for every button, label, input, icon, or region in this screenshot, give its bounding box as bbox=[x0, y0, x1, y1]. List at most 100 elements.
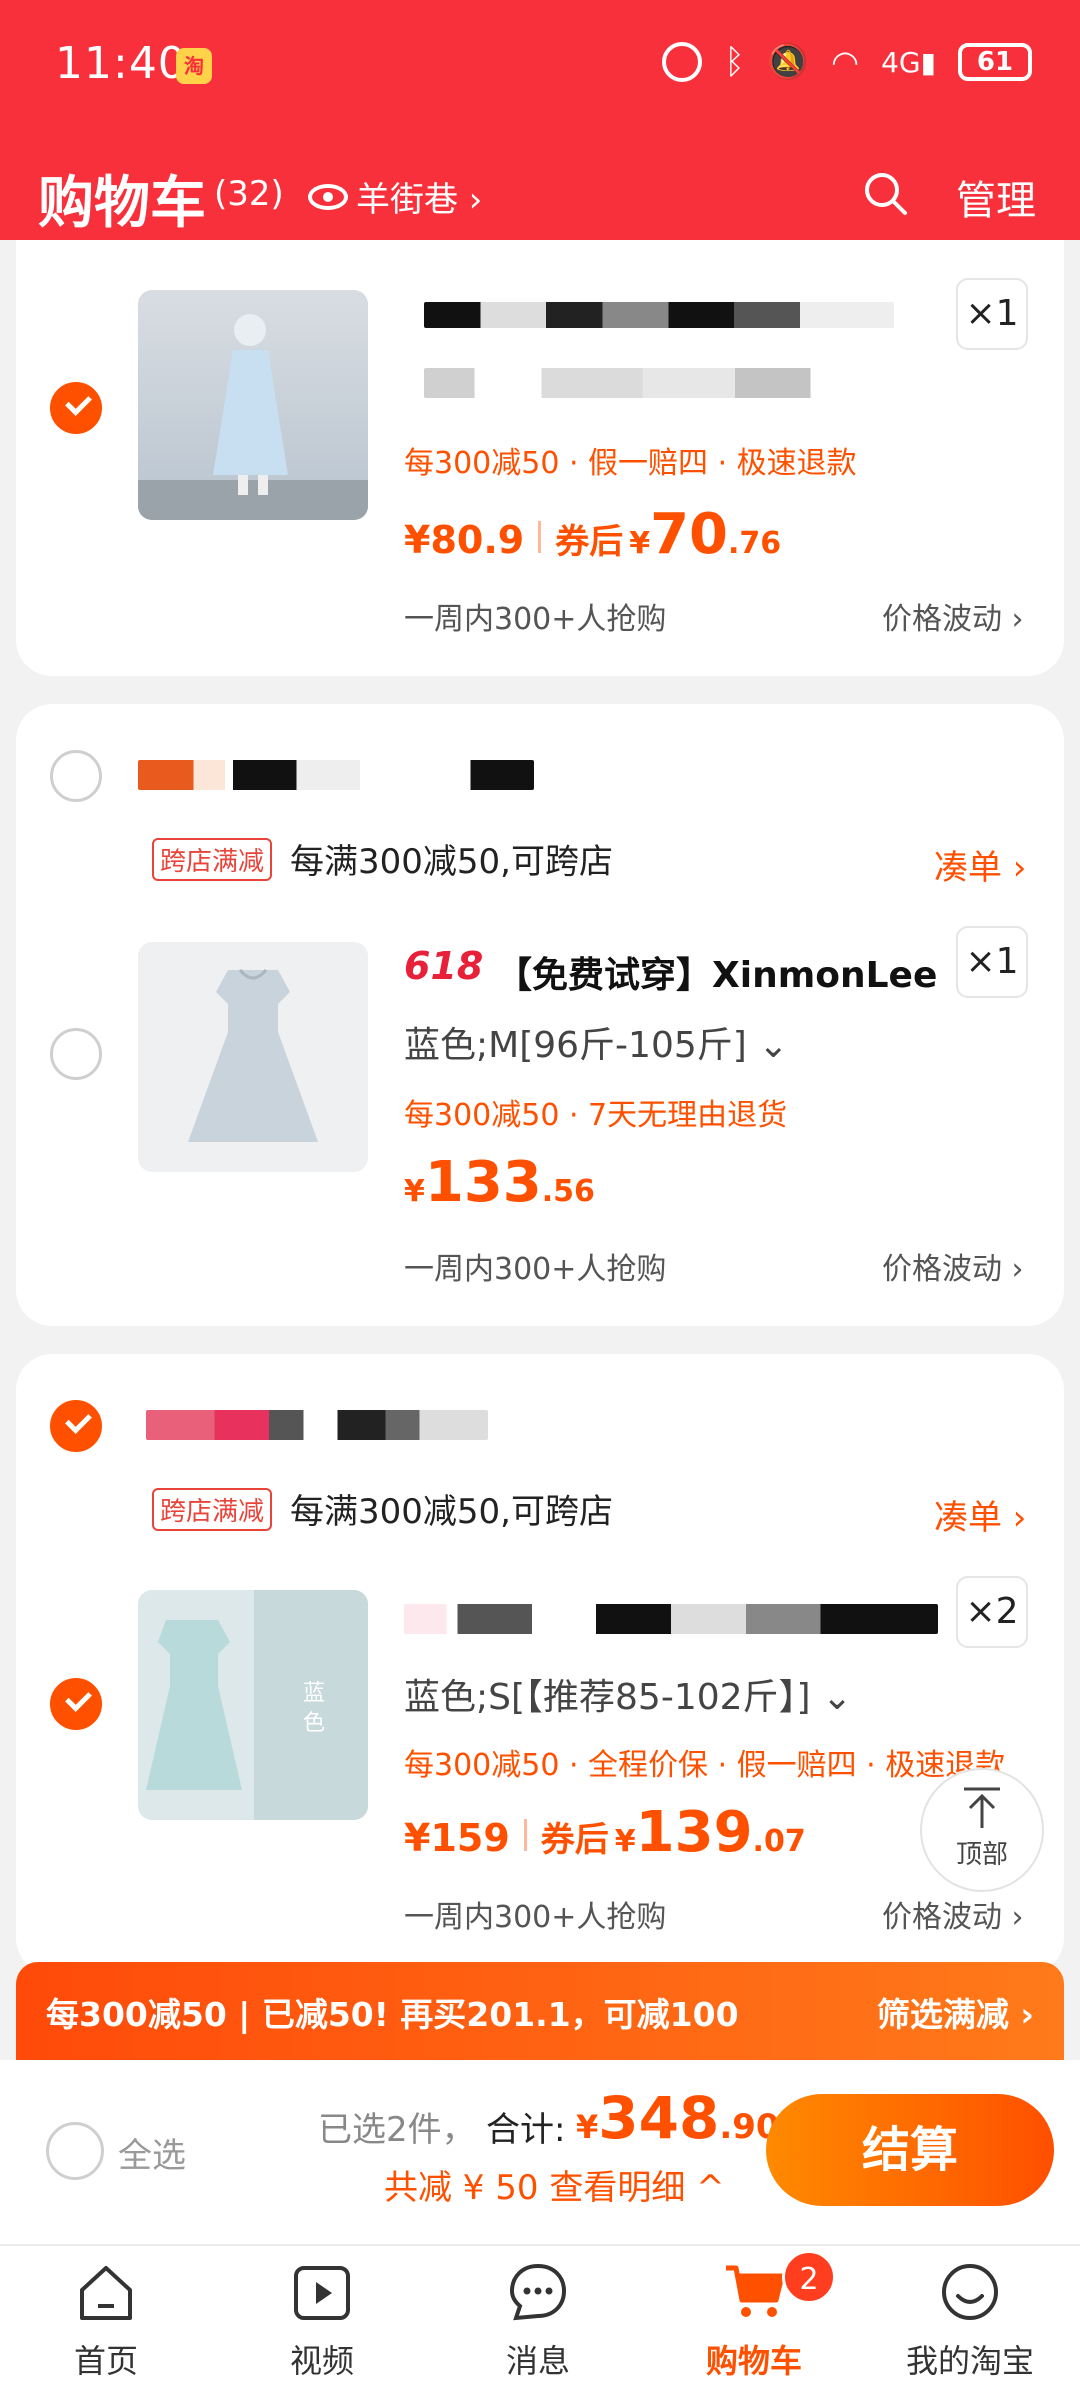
message-icon bbox=[509, 2263, 567, 2321]
cross-store-tag: 跨店满减 bbox=[152, 1488, 273, 1531]
sku-selector[interactable]: 蓝色;S[【推荐85-102斤】] ⌄ bbox=[404, 1668, 852, 1720]
price-trend-link[interactable]: 价格波动 › bbox=[882, 594, 1024, 638]
tab-label: 购物车 bbox=[705, 2342, 802, 2380]
product-title-redacted bbox=[404, 1604, 938, 1634]
sku-selector[interactable]: 蓝色;M[96斤-105斤] ⌄ bbox=[404, 1016, 788, 1068]
coupon-price-int: 139 bbox=[635, 1800, 753, 1865]
coupon-label: 券后 bbox=[555, 522, 624, 562]
coupon-price-dec: .76 bbox=[728, 526, 782, 561]
coupon-price-int: 70 bbox=[650, 502, 729, 567]
store-link[interactable]: 羊街巷 › bbox=[308, 172, 482, 221]
quantity-badge[interactable]: ×2 bbox=[956, 1576, 1028, 1648]
product-title-redacted bbox=[424, 302, 894, 328]
cross-store-text: 每满300减50,可跨店 bbox=[290, 1492, 613, 1532]
page-title: 购物车 bbox=[38, 171, 206, 236]
cart-count: (32) bbox=[214, 174, 284, 214]
price-row: ¥ 133 .56 bbox=[404, 1150, 595, 1215]
product-image[interactable]: 蓝 色 bbox=[138, 1590, 368, 1820]
badge-618: 618 bbox=[404, 944, 484, 988]
bottom-tab-bar: 首页 视频 消息 购物车 我的淘宝 bbox=[0, 2244, 1080, 2388]
price-divider bbox=[538, 521, 542, 553]
store-link-label: 羊街巷 › bbox=[356, 180, 483, 220]
shop-name-redacted bbox=[146, 1410, 488, 1440]
combine-order-link[interactable]: 凑单 › bbox=[934, 1490, 1026, 1539]
select-all-checkbox[interactable] bbox=[46, 2122, 104, 2180]
battery-icon: 61 bbox=[958, 43, 1032, 81]
tab-label: 视频 bbox=[289, 2342, 354, 2380]
status-time: 11:40 bbox=[55, 38, 187, 89]
eye-icon bbox=[308, 183, 348, 210]
cart-badge: 2 bbox=[782, 2250, 836, 2304]
price-dec: .56 bbox=[541, 1174, 595, 1209]
tab-home[interactable]: 首页 bbox=[16, 2260, 196, 2382]
tab-label: 我的淘宝 bbox=[905, 2342, 1034, 2380]
mute-icon: 🔕 bbox=[766, 42, 810, 82]
sales-hint: 一周内300+人抢购 bbox=[404, 1900, 667, 1935]
total-yen: ¥ bbox=[576, 2108, 599, 2146]
cart-item-card: ×1 每300减50 · 假一赔四 · 极速退款 ¥80.9 券后 ¥ 70 .… bbox=[16, 240, 1064, 676]
filter-discount-link[interactable]: 筛选满减 › bbox=[877, 1988, 1034, 2036]
product-image[interactable] bbox=[138, 942, 368, 1172]
quantity-badge[interactable]: ×1 bbox=[956, 926, 1028, 998]
header: 11:40 淘 ᛒ 🔕 ◠ 4G▮ 61 购物车 (32) 羊街巷 › 管理 bbox=[0, 0, 1080, 240]
price-trend-link[interactable]: 价格波动 › bbox=[882, 1892, 1024, 1936]
total-label: 合计: bbox=[486, 2110, 566, 2150]
price-row: ¥80.9 券后 ¥ 70 .76 bbox=[404, 502, 781, 567]
signal-icon: 4G▮ bbox=[881, 45, 936, 79]
cart-icon bbox=[726, 2265, 785, 2317]
checkout-button[interactable]: 结算 bbox=[766, 2094, 1054, 2206]
item-checkbox[interactable] bbox=[50, 1028, 102, 1080]
item-checkbox[interactable] bbox=[50, 382, 102, 434]
tab-video[interactable]: 视频 bbox=[232, 2260, 412, 2382]
svg-text:蓝: 蓝 bbox=[303, 1681, 325, 1706]
promo-text: 每300减50 · 假一赔四 · 极速退款 bbox=[404, 446, 857, 481]
tab-label: 消息 bbox=[505, 2342, 570, 2380]
cross-store-text: 每满300减50,可跨店 bbox=[290, 842, 613, 882]
video-icon bbox=[294, 2266, 350, 2320]
back-to-top-label: 顶部 bbox=[955, 1840, 1008, 1870]
checkout-bar: 全选 已选2件， 合计: ¥ 348 .90 共减 ¥ 50 查看明细 ^ 结算 bbox=[0, 2060, 1080, 2244]
cart-shop-card: 跨店满减 每满300减50,可跨店 凑单 › 蓝 色 ×2 蓝色;S[【推荐85… bbox=[16, 1354, 1064, 1974]
svg-text:色: 色 bbox=[303, 1711, 325, 1736]
quantity-badge[interactable]: ×1 bbox=[956, 278, 1028, 350]
taobao-app-icon: 淘 bbox=[176, 48, 212, 84]
back-to-top-button[interactable]: 顶部 bbox=[920, 1768, 1044, 1892]
select-all-label[interactable]: 全选 bbox=[118, 2128, 186, 2177]
hd-call-icon bbox=[662, 42, 703, 82]
original-price: ¥80.9 bbox=[404, 518, 525, 562]
manage-button[interactable]: 管理 bbox=[956, 168, 1036, 226]
price-divider bbox=[523, 1819, 527, 1851]
arrow-up-icon bbox=[964, 1787, 1000, 1828]
price-row: ¥159 券后 ¥ 139 .07 bbox=[404, 1800, 806, 1865]
product-sku-redacted bbox=[424, 368, 844, 398]
wifi-icon: ◠ bbox=[831, 43, 860, 81]
total-int: 348 bbox=[598, 2084, 720, 2152]
coupon-label: 券后 bbox=[540, 1820, 609, 1860]
product-title[interactable]: 【免费试穿】XinmonLee bbox=[496, 946, 937, 998]
price-yen: ¥ bbox=[404, 1174, 425, 1209]
product-image[interactable] bbox=[138, 290, 368, 520]
coupon-yen: ¥ bbox=[614, 1824, 636, 1859]
discount-banner-text: 每300减50 | 已减50! 再买201.1，可减100 bbox=[46, 1995, 739, 2034]
discount-banner: 每300减50 | 已减50! 再买201.1，可减100 筛选满减 › bbox=[16, 1962, 1064, 2060]
status-bar: 11:40 淘 ᛒ 🔕 ◠ 4G▮ 61 bbox=[0, 0, 1080, 135]
tab-profile[interactable]: 我的淘宝 bbox=[880, 2260, 1060, 2382]
search-icon[interactable] bbox=[862, 170, 908, 216]
tab-messages[interactable]: 消息 bbox=[448, 2260, 628, 2382]
combine-order-link[interactable]: 凑单 › bbox=[934, 840, 1026, 889]
item-checkbox[interactable] bbox=[50, 1678, 102, 1730]
sales-hint: 一周内300+人抢购 bbox=[404, 602, 667, 637]
coupon-yen: ¥ bbox=[629, 526, 651, 561]
sales-hint: 一周内300+人抢购 bbox=[404, 1252, 667, 1287]
saved-details-link[interactable]: 共减 ¥ 50 查看明细 ^ bbox=[384, 2160, 725, 2209]
shop-checkbox[interactable] bbox=[50, 750, 102, 802]
tab-label: 首页 bbox=[73, 2342, 138, 2380]
shop-name-redacted bbox=[138, 760, 534, 790]
total-price: ¥ 348 .90 bbox=[576, 2084, 780, 2152]
coupon-price-dec: .07 bbox=[752, 1824, 806, 1859]
price-trend-link[interactable]: 价格波动 › bbox=[882, 1244, 1024, 1288]
promo-text: 每300减50 · 全程价保 · 假一赔四 · 极速退款 bbox=[404, 1748, 1006, 1783]
shop-checkbox[interactable] bbox=[50, 1400, 102, 1452]
bluetooth-icon: ᛒ bbox=[724, 42, 745, 82]
status-icons: ᛒ 🔕 ◠ 4G▮ 61 bbox=[662, 42, 1032, 82]
